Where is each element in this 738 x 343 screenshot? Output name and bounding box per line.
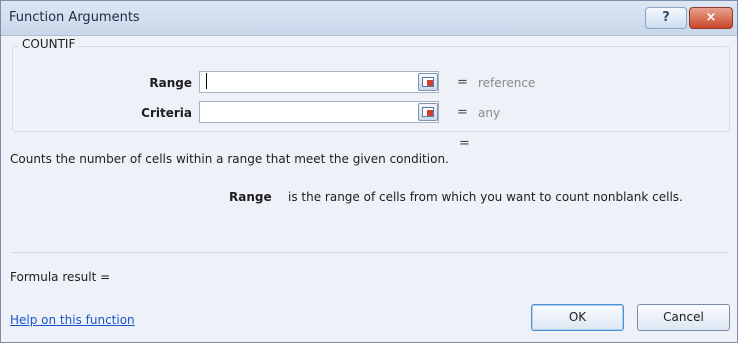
argument-help-text: is the range of cells from which you wan… xyxy=(288,190,683,204)
criteria-equals: = xyxy=(457,105,468,120)
criteria-hint: any xyxy=(478,106,501,120)
cancel-button[interactable]: Cancel xyxy=(637,304,730,331)
help-button[interactable]: ? xyxy=(645,7,687,29)
ok-button[interactable]: OK xyxy=(531,304,624,331)
title-bar[interactable]: Function Arguments ? × xyxy=(1,1,737,36)
criteria-label: Criteria xyxy=(141,106,192,120)
argument-help-name: Range xyxy=(229,190,272,204)
range-collapse-button[interactable] xyxy=(418,73,438,91)
formula-result-label: Formula result = xyxy=(10,270,111,284)
range-input[interactable] xyxy=(199,71,439,93)
divider xyxy=(12,252,728,253)
close-icon: × xyxy=(705,10,717,25)
criteria-input[interactable] xyxy=(199,101,439,123)
criteria-collapse-button[interactable] xyxy=(418,103,438,121)
range-hint: reference xyxy=(478,76,536,90)
function-name: COUNTIF xyxy=(18,37,80,51)
help-on-function-link[interactable]: Help on this function xyxy=(10,313,135,327)
text-caret xyxy=(206,73,207,89)
question-icon: ? xyxy=(662,10,670,25)
dialog-title: Function Arguments xyxy=(9,10,140,25)
range-equals: = xyxy=(457,75,468,90)
range-label: Range xyxy=(149,76,192,90)
close-button[interactable]: × xyxy=(689,7,733,29)
function-description: Counts the number of cells within a rang… xyxy=(10,152,449,166)
overall-equals: = xyxy=(459,136,470,151)
